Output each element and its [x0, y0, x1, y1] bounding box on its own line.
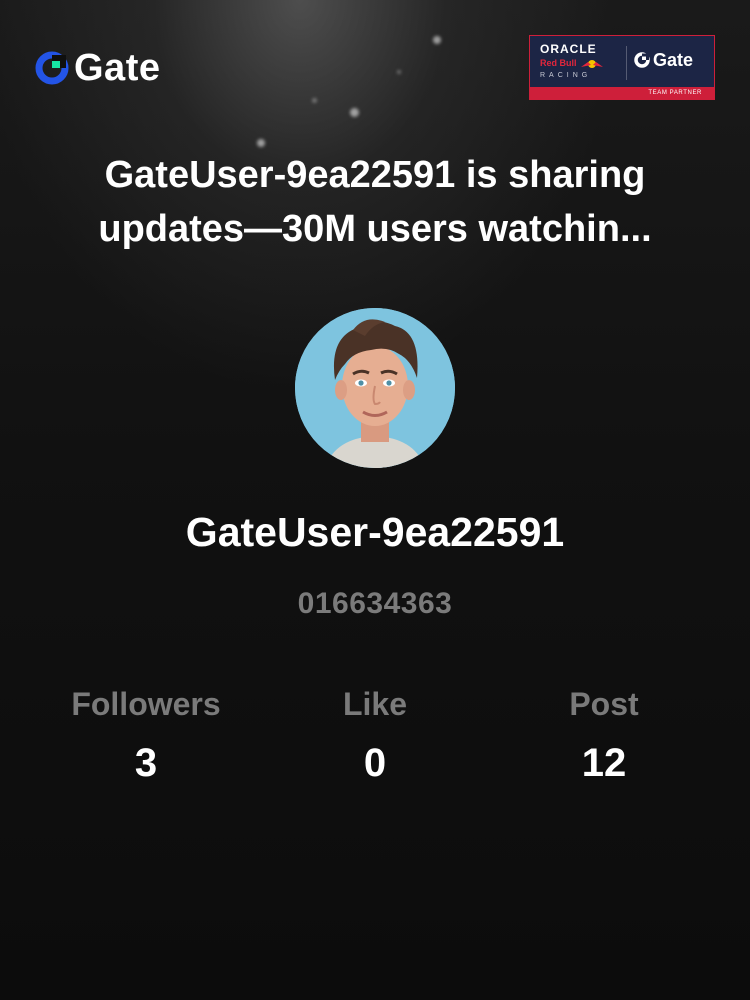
stat-value: 3 — [134, 741, 158, 785]
stat-followers: Followers 3 — [31, 684, 261, 787]
sparkle-decoration — [397, 70, 401, 74]
bull-icon — [580, 59, 603, 68]
partner-gate-text: Gate — [653, 50, 694, 70]
sparkle-decoration — [350, 108, 359, 117]
sparkle-decoration — [312, 98, 317, 103]
share-card: Gate ORACLE Red Bull RACING Gate TEAM PA… — [0, 0, 750, 1000]
partner-gate-logo: Gate — [633, 50, 693, 70]
share-headline: GateUser-9ea22591 is sharing updates—30M… — [98, 154, 652, 250]
gate-logo: Gate — [34, 48, 160, 88]
stat-label: Post — [569, 686, 639, 722]
stat-label: Like — [342, 686, 408, 722]
user-avatar — [295, 308, 455, 468]
sparkle-decoration — [257, 139, 265, 147]
avatar-portrait — [295, 308, 455, 468]
stat-value: 0 — [363, 741, 387, 785]
redbull-text: Red Bull — [540, 58, 577, 68]
gate-logo-text: Gate — [74, 47, 161, 89]
stat-post: Post 12 — [489, 684, 719, 787]
oracle-text: ORACLE — [540, 42, 597, 56]
oracle-redbull-logo: ORACLE Red Bull RACING — [540, 43, 620, 81]
user-id: 016634363 — [297, 587, 453, 620]
stat-like: Like 0 — [260, 684, 490, 787]
team-partner-badge: ORACLE Red Bull RACING Gate TEAM PARTNER — [529, 35, 715, 100]
badge-divider — [626, 46, 627, 80]
stat-label: Followers — [71, 686, 221, 722]
sparkle-decoration — [433, 36, 441, 44]
stat-value: 12 — [581, 741, 627, 785]
gate-logo-icon — [634, 52, 650, 68]
racing-text: RACING — [540, 72, 592, 79]
team-partner-strip: TEAM PARTNER — [530, 87, 714, 99]
username: GateUser-9ea22591 — [185, 509, 565, 555]
redbull-row: Red Bull — [540, 58, 620, 69]
gate-logo-icon — [35, 51, 69, 85]
